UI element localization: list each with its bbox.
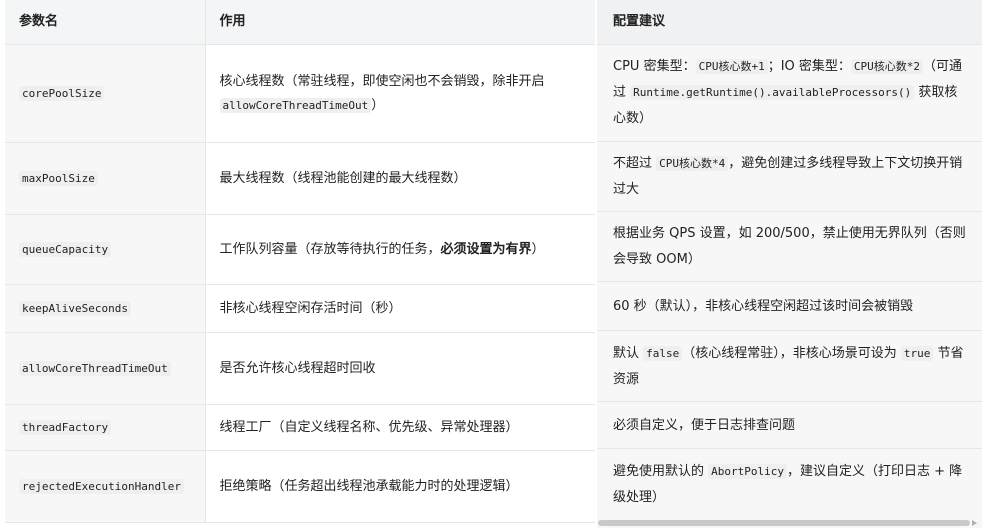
- param-name-cell: maxPoolSize: [5, 142, 206, 215]
- table-row: queueCapacity 工作队列容量（存放等待执行的任务，必须设置为有界）: [5, 214, 595, 285]
- horizontal-scrollbar[interactable]: [598, 520, 970, 526]
- advice-text: 根据业务 QPS 设置，如 200/500，禁止使用无界队列（否则会导致 OOM…: [613, 221, 966, 273]
- scroll-right-arrow-icon[interactable]: [972, 520, 977, 526]
- param-name: allowCoreThreadTimeOut: [19, 360, 171, 376]
- advice-cell: 必须自定义，便于日志排查问题: [597, 403, 982, 449]
- advice-segment: 不超过: [613, 156, 657, 171]
- effect-cell: 最大线程数（线程池能创建的最大线程数）: [205, 142, 595, 215]
- advice-code: false: [643, 345, 683, 361]
- advice-segment: 默认: [613, 345, 644, 361]
- advice-cell: 不超过 CPU核心数*4 ，避免创建过多线程导致上下文切换开销过大: [597, 143, 982, 212]
- effect-cell: 拒绝策略（任务超出线程池承载能力时的处理逻辑）: [205, 450, 595, 523]
- advice-segment: 避免使用默认的: [613, 464, 709, 479]
- advice-segment: 根据业务 QPS 设置，如 200/500，禁止使用无界队列（否则会导致 OOM…: [613, 226, 966, 267]
- advice-text: 不超过 CPU核心数*4 ，避免创建过多线程导致上下文切换开销过大: [613, 151, 966, 203]
- advice-code: CPU核心数*4: [656, 156, 729, 171]
- table-row: maxPoolSize 最大线程数（线程池能创建的最大线程数）: [5, 142, 595, 215]
- advice-text: CPU 密集型： CPU核心数+1 ；IO 密集型： CPU核心数*2 （可通过 Run…: [613, 54, 966, 132]
- effect-text: 工作队列容量（存放等待执行的任务，: [219, 241, 441, 257]
- advice-segment: ；IO 密集型：: [767, 59, 851, 74]
- advice-cell: CPU 密集型： CPU核心数+1 ；IO 密集型： CPU核心数*2 （可通过 Run…: [597, 45, 982, 142]
- param-name: keepAliveSeconds: [19, 300, 131, 316]
- advice-code: CPU核心数*2: [850, 59, 924, 74]
- effect-cell: 线程工厂（自定义线程名称、优先级、异常处理器）: [205, 404, 595, 451]
- param-name-cell: corePoolSize: [5, 44, 206, 143]
- advice-text: 避免使用默认的 AbortPolicy ，建议自定义（打印日志 + 降级处理）: [613, 459, 966, 511]
- param-name: corePoolSize: [19, 85, 105, 101]
- header-advice: 配置建议: [597, 0, 982, 45]
- header-param-name: 参数名: [5, 0, 206, 45]
- effect-cell: 核心线程数（常驻线程，即使空闲也不会销毁，除非开启 allowCoreThrea…: [205, 44, 595, 143]
- advice-cell: 默认 false （核心线程常驻），非核心场景可设为 true 节省资源: [597, 332, 982, 402]
- param-name-cell: rejectedExecutionHandler: [5, 450, 206, 523]
- advice-segment: 60 秒（默认），非核心线程空闲超过该时间会被销毁: [613, 298, 914, 314]
- advice-segment: （核心线程常驻），非核心场景可设为: [682, 345, 901, 361]
- params-table: 参数名 作用 corePoolSize 核心线程数（常驻线程，即使空闲也不会销毁…: [5, 0, 595, 523]
- advice-column: 配置建议 CPU 密集型： CPU核心数+1 ；IO 密集型： CPU核心数*2 （可通…: [597, 0, 982, 528]
- param-name-cell: allowCoreThreadTimeOut: [5, 332, 206, 405]
- effect-text: 最大线程数（线程池能创建的最大线程数）: [219, 170, 467, 186]
- table-row: allowCoreThreadTimeOut 是否允许核心线程超时回收: [5, 332, 595, 405]
- param-name: threadFactory: [19, 419, 112, 435]
- effect-cell: 工作队列容量（存放等待执行的任务，必须设置为有界）: [205, 214, 595, 285]
- table-header-row: 参数名 作用: [5, 0, 595, 45]
- effect-text: 核心线程数（常驻线程，即使空闲也不会销毁，除非开启: [219, 73, 545, 89]
- advice-code: CPU核心数+1: [695, 59, 768, 74]
- advice-code: true: [900, 345, 934, 361]
- param-name-cell: keepAliveSeconds: [5, 284, 206, 333]
- advice-text: 必须自定义，便于日志排查问题: [613, 413, 966, 439]
- effect-code: allowCoreThreadTimeOut: [219, 97, 372, 113]
- effect-text-end: ）: [531, 241, 545, 257]
- effect-cell: 非核心线程空闲存活时间（秒）: [205, 284, 595, 333]
- advice-cell: 60 秒（默认），非核心线程空闲超过该时间会被销毁: [597, 283, 982, 331]
- params-table-left: 参数名 作用 corePoolSize 核心线程数（常驻线程，即使空闲也不会销毁…: [5, 0, 595, 523]
- effect-text: 是否允许核心线程超时回收: [219, 360, 376, 376]
- table-row: rejectedExecutionHandler 拒绝策略（任务超出线程池承载能…: [5, 450, 595, 523]
- effect-text-end: ）: [371, 97, 385, 113]
- advice-code: AbortPolicy: [708, 464, 787, 479]
- advice-cell: 避免使用默认的 AbortPolicy ，建议自定义（打印日志 + 降级处理）: [597, 450, 982, 520]
- param-name-cell: queueCapacity: [5, 214, 206, 285]
- effect-text: 线程工厂（自定义线程名称、优先级、异常处理器）: [219, 419, 519, 435]
- table-row: threadFactory 线程工厂（自定义线程名称、优先级、异常处理器）: [5, 404, 595, 451]
- param-name-cell: threadFactory: [5, 404, 206, 451]
- effect-bold: 必须设置为有界: [440, 241, 532, 257]
- param-name: rejectedExecutionHandler: [19, 478, 184, 494]
- advice-code: Runtime.getRuntime().availableProcessors…: [630, 85, 915, 100]
- header-effect: 作用: [205, 0, 595, 45]
- advice-segment: CPU 密集型：: [613, 59, 696, 74]
- table-row: corePoolSize 核心线程数（常驻线程，即使空闲也不会销毁，除非开启 a…: [5, 44, 595, 143]
- advice-text: 60 秒（默认），非核心线程空闲超过该时间会被销毁: [613, 294, 966, 320]
- param-name: queueCapacity: [19, 241, 112, 257]
- advice-segment: 必须自定义，便于日志排查问题: [613, 417, 796, 433]
- table-row: keepAliveSeconds 非核心线程空闲存活时间（秒）: [5, 284, 595, 333]
- effect-text: 拒绝策略（任务超出线程池承载能力时的处理逻辑）: [219, 478, 519, 494]
- effect-cell: 是否允许核心线程超时回收: [205, 332, 595, 405]
- effect-text: 非核心线程空闲存活时间（秒）: [219, 300, 402, 316]
- advice-text: 默认 false （核心线程常驻），非核心场景可设为 true 节省资源: [613, 341, 966, 393]
- param-name: maxPoolSize: [19, 170, 98, 186]
- advice-cell: 根据业务 QPS 设置，如 200/500，禁止使用无界队列（否则会导致 OOM…: [597, 213, 982, 282]
